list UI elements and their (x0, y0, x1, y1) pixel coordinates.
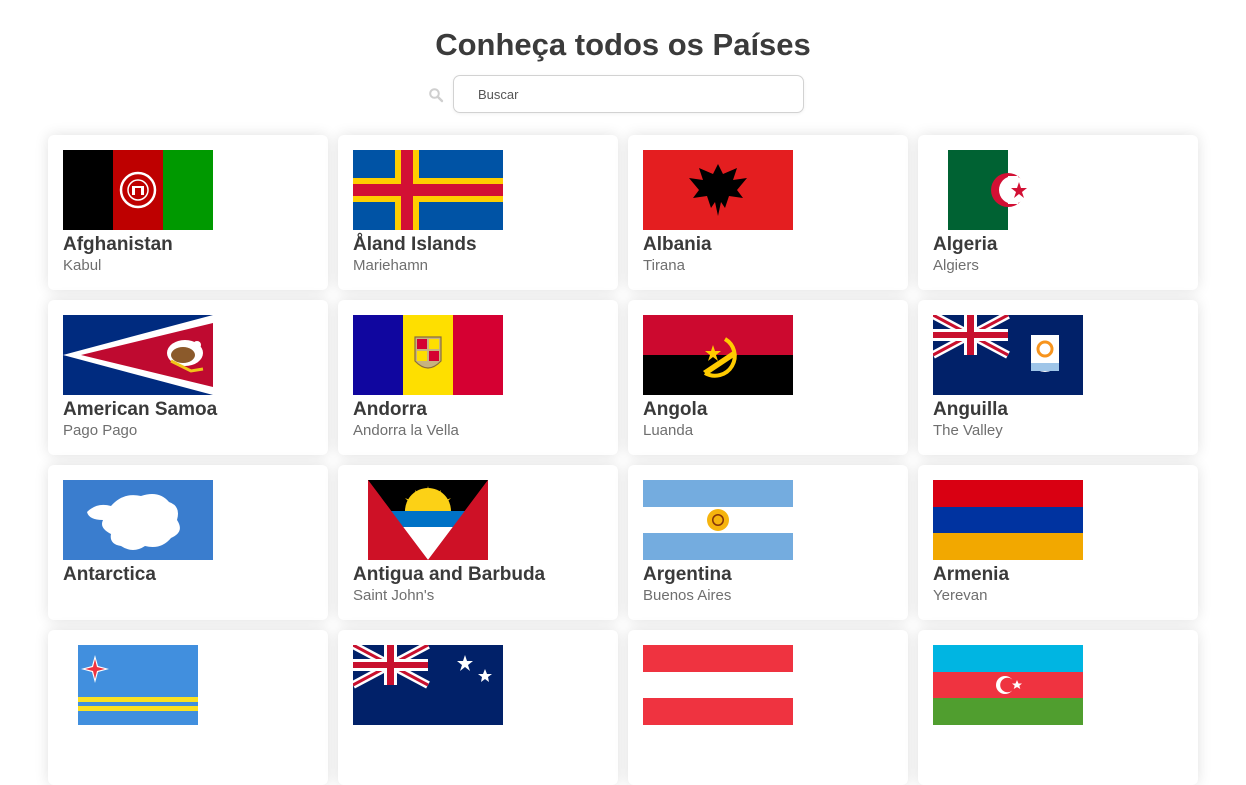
country-card[interactable]: Angola Luanda (628, 300, 908, 455)
country-card[interactable]: Albania Tirana (628, 135, 908, 290)
country-card[interactable]: Andorra Andorra la Vella (338, 300, 618, 455)
azerbaijan-flag-icon (933, 645, 1083, 725)
country-card[interactable] (48, 630, 328, 785)
country-capital: Yerevan (933, 587, 988, 604)
page-title: Conheça todos os Países (435, 27, 811, 62)
country-card[interactable] (628, 630, 908, 785)
country-card[interactable]: Anguilla The Valley (918, 300, 1198, 455)
argentina-flag-icon (643, 480, 793, 560)
country-name: Antigua and Barbuda (353, 564, 546, 585)
albania-flag-icon (643, 150, 793, 230)
country-card[interactable]: Afghanistan Kabul (48, 135, 328, 290)
country-capital: Luanda (643, 422, 694, 439)
country-card[interactable]: Åland Islands Mariehamn (338, 135, 618, 290)
aland-islands-flag-icon (353, 150, 503, 230)
austria-flag-icon (643, 645, 793, 725)
country-capital: Algiers (933, 257, 979, 274)
country-capital: Pago Pago (63, 422, 138, 439)
country-name: Afghanistan (63, 234, 173, 255)
country-capital: Kabul (63, 257, 102, 274)
american-samoa-flag-icon (63, 315, 213, 395)
country-card[interactable]: American Samoa Pago Pago (48, 300, 328, 455)
country-name: Armenia (933, 564, 1010, 585)
country-capital: Tirana (643, 257, 685, 274)
antigua-and-barbuda-flag-icon (368, 480, 488, 560)
antarctica-flag-icon (63, 480, 213, 560)
country-card[interactable]: Algeria Algiers (918, 135, 1198, 290)
country-name: American Samoa (63, 399, 218, 420)
australia-flag-icon (353, 645, 503, 725)
search-bar (428, 75, 806, 115)
country-name: Algeria (933, 234, 998, 255)
armenia-flag-icon (933, 480, 1083, 560)
country-name: Åland Islands (353, 234, 477, 255)
angola-flag-icon (643, 315, 793, 395)
country-card[interactable]: Antigua and Barbuda Saint John's (338, 465, 618, 620)
country-capital: The Valley (933, 422, 1003, 439)
anguilla-flag-icon (933, 315, 1083, 395)
country-name: Anguilla (933, 399, 1008, 420)
algeria-flag-icon (948, 150, 1068, 230)
country-card[interactable] (918, 630, 1198, 785)
country-name: Antarctica (63, 564, 156, 585)
search-icon (429, 88, 444, 103)
country-name: Albania (643, 234, 712, 255)
country-name: Andorra (353, 399, 427, 420)
country-card[interactable]: Armenia Yerevan (918, 465, 1198, 620)
country-name: Angola (643, 399, 708, 420)
country-card[interactable] (338, 630, 618, 785)
search-input[interactable] (453, 75, 804, 113)
country-capital: Mariehamn (353, 257, 429, 274)
andorra-flag-icon (353, 315, 503, 395)
country-capital: Saint John's (353, 587, 435, 604)
aruba-flag-icon (78, 645, 198, 725)
country-card[interactable]: Antarctica (48, 465, 328, 620)
country-name: Argentina (643, 564, 732, 585)
country-card[interactable]: Argentina Buenos Aires (628, 465, 908, 620)
afghanistan-flag-icon (63, 150, 213, 230)
country-capital: Andorra la Vella (353, 422, 459, 439)
country-capital: Buenos Aires (643, 587, 732, 604)
